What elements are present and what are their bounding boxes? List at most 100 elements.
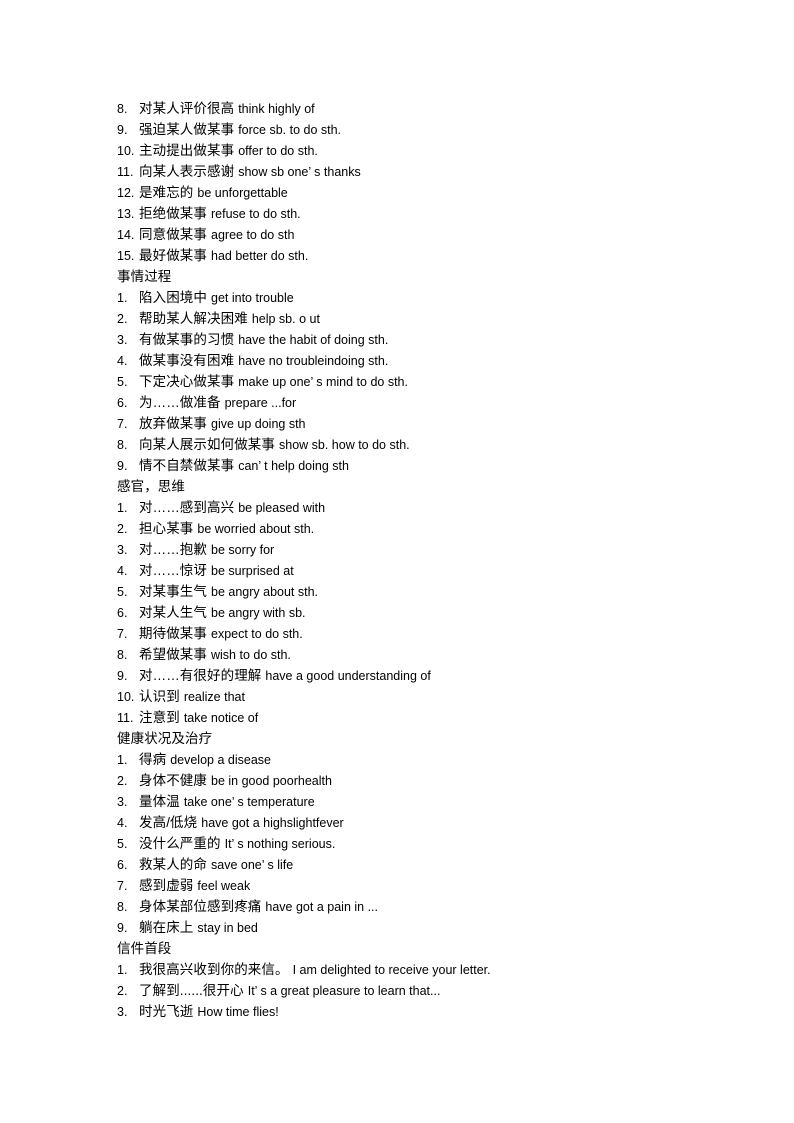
item-english: be angry with sb. [211, 606, 306, 620]
phrase-item: 8. 身体某部位感到疼痛 have got a pain in ... [117, 896, 677, 917]
phrase-item: 1. 陷入困境中 get into trouble [117, 287, 677, 308]
phrase-section: 健康状况及治疗 1. 得病 develop a disease 2. 身体不健康 be in… [117, 728, 677, 938]
item-number: 1. [117, 501, 128, 515]
item-number: 9. [117, 459, 128, 473]
item-number: 5. [117, 585, 128, 599]
item-number: 1. [117, 963, 128, 977]
item-number: 5. [117, 837, 128, 851]
item-number: 11. [117, 165, 134, 179]
item-chinese: 情不自禁做某事 [139, 458, 235, 473]
item-chinese: 得病 [139, 752, 167, 767]
phrase-item: 9. 对……有很好的理解 have a good understanding of [117, 665, 677, 686]
phrase-item: 9. 强迫某人做某事 force sb. to do sth. [117, 119, 677, 140]
item-number: 11. [117, 711, 134, 725]
document-page: 8. 对某人评价很高 think highly of 9. 强迫某人做某事 force s… [0, 0, 794, 1123]
item-chinese: 我很高兴收到你的来信。 [139, 962, 289, 977]
phrase-item: 11. 注意到 take notice of [117, 707, 677, 728]
phrase-item: 2. 担心某事 be worried about sth. [117, 518, 677, 539]
item-english: agree to do sth [211, 228, 295, 242]
phrase-item: 2. 身体不健康 be in good poorhealth [117, 770, 677, 791]
item-english: take one’ s temperature [183, 795, 315, 809]
item-number: 4. [117, 354, 128, 368]
phrase-item: 4. 做某事没有困难 have no troubleindoing sth. [117, 350, 677, 371]
item-english: feel weak [197, 879, 251, 893]
item-number: 2. [117, 312, 128, 326]
item-chinese: 主动提出做某事 [139, 143, 235, 158]
item-number: 14. [117, 228, 135, 242]
item-chinese: 下定决心做某事 [139, 374, 235, 389]
phrase-item: 5. 没什么严重的 It’ s nothing serious. [117, 833, 677, 854]
item-chinese: 身体某部位感到疼痛 [139, 899, 262, 914]
item-english: prepare ...for [224, 396, 297, 410]
phrase-item: 4. 发高/低烧 have got a highslightfever [117, 812, 677, 833]
phrase-item: 8. 对某人评价很高 think highly of [117, 98, 677, 119]
item-english: be worried about sth. [197, 522, 315, 536]
item-chinese: 对某人生气 [139, 605, 207, 620]
item-number: 1. [117, 291, 128, 305]
item-english: offer to do sth. [238, 144, 318, 158]
item-number: 2. [117, 774, 128, 788]
phrase-item: 1. 得病 develop a disease [117, 749, 677, 770]
item-chinese: 担心某事 [139, 521, 194, 536]
item-english: get into trouble [211, 291, 294, 305]
phrase-item: 8. 希望做某事 wish to do sth. [117, 644, 677, 665]
item-english: have the habit of doing sth. [238, 333, 389, 347]
item-number: 7. [117, 879, 128, 893]
item-english: be in good poorhealth [211, 774, 332, 788]
item-number: 15. [117, 249, 135, 263]
item-english: be surprised at [211, 564, 294, 578]
phrase-section: 8. 对某人评价很高 think highly of 9. 强迫某人做某事 force s… [117, 98, 677, 266]
item-chinese: 认识到 [139, 689, 180, 704]
item-chinese: 救某人的命 [139, 857, 207, 872]
item-chinese: 拒绝做某事 [139, 206, 207, 221]
phrase-section: 感官，思维 1. 对……感到高兴 be pleased with 2. 担心某事 be wo… [117, 476, 677, 728]
document-body: 8. 对某人评价很高 think highly of 9. 强迫某人做某事 force s… [117, 98, 677, 1022]
item-number: 12. [117, 186, 135, 200]
item-chinese: 对……抱歉 [139, 542, 207, 557]
item-english: realize that [183, 690, 245, 704]
item-chinese: 放弃做某事 [139, 416, 207, 431]
item-number: 9. [117, 669, 128, 683]
phrase-section: 事情过程 1. 陷入困境中 get into trouble 2. 帮助某人解决困难 hel… [117, 266, 677, 476]
item-english: give up doing sth [211, 417, 306, 431]
item-number: 9. [117, 921, 128, 935]
item-number: 4. [117, 564, 128, 578]
item-english: wish to do sth. [211, 648, 291, 662]
item-english: develop a disease [170, 753, 271, 767]
item-number: 6. [117, 858, 128, 872]
item-number: 8. [117, 900, 128, 914]
item-english: be sorry for [211, 543, 275, 557]
item-number: 4. [117, 816, 128, 830]
phrase-item: 14. 同意做某事 agree to do sth [117, 224, 677, 245]
item-number: 7. [117, 627, 128, 641]
phrase-item: 6. 对某人生气 be angry with sb. [117, 602, 677, 623]
phrase-item: 3. 对……抱歉 be sorry for [117, 539, 677, 560]
item-chinese: 希望做某事 [139, 647, 207, 662]
item-number: 13. [117, 207, 135, 221]
item-number: 5. [117, 375, 128, 389]
phrase-item: 6. 救某人的命 save one’ s life [117, 854, 677, 875]
section-heading: 信件首段 [117, 941, 172, 956]
item-chinese: 发高/低烧 [139, 815, 198, 830]
phrase-item: 3. 有做某事的习惯 have the habit of doing sth. [117, 329, 677, 350]
item-number: 8. [117, 102, 128, 116]
phrase-item: 13. 拒绝做某事 refuse to do sth. [117, 203, 677, 224]
item-chinese: 向某人展示如何做某事 [139, 437, 275, 452]
item-chinese: 对……有很好的理解 [139, 668, 262, 683]
item-english: stay in bed [197, 921, 258, 935]
phrase-item: 11. 向某人表示感谢 show sb one’ s thanks [117, 161, 677, 182]
item-number: 2. [117, 984, 128, 998]
phrase-item: 2. 了解到......很开心 It’ s a great pleasure to … [117, 980, 677, 1001]
item-chinese: 身体不健康 [139, 773, 207, 788]
item-english: have a good understanding of [265, 669, 431, 683]
phrase-item: 5. 下定决心做某事 make up one’ s mind to do sth. [117, 371, 677, 392]
item-english: It’ s nothing serious. [224, 837, 336, 851]
phrase-item: 7. 放弃做某事 give up doing sth [117, 413, 677, 434]
item-number: 6. [117, 606, 128, 620]
item-english: I am delighted to receive your letter. [292, 963, 491, 977]
section-heading: 感官，思维 [117, 479, 185, 494]
phrase-item: 9. 躺在床上 stay in bed [117, 917, 677, 938]
item-english: It’ s a great pleasure to learn that... [247, 984, 441, 998]
item-english: be unforgettable [197, 186, 288, 200]
item-chinese: 没什么严重的 [139, 836, 221, 851]
